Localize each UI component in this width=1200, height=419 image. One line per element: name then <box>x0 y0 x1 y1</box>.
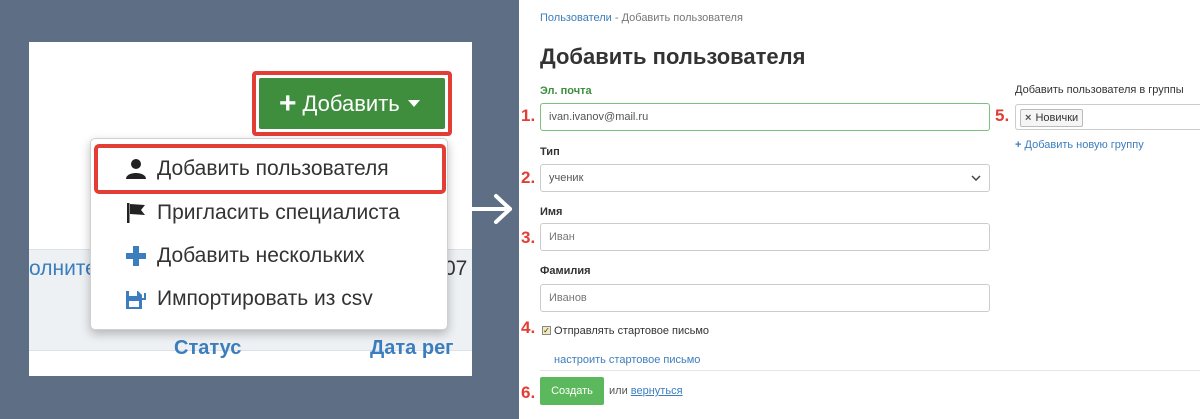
plus-icon: + <box>1015 139 1022 151</box>
send-email-checkbox[interactable]: ✓ <box>542 326 551 335</box>
breadcrumb-link-users[interactable]: Пользователи <box>540 12 612 24</box>
caret-down-icon <box>407 100 420 107</box>
email-value: ivan.ivanov@mail.ru <box>549 111 649 123</box>
menu-item-label: Импортировать из csv <box>157 287 373 310</box>
add-dropdown-button[interactable]: + Добавить <box>259 78 445 129</box>
last-name-input[interactable]: Иванов <box>540 284 990 312</box>
groups-label: Добавить пользователя в группы <box>1015 84 1184 96</box>
first-name-input[interactable]: Иван <box>540 223 990 251</box>
column-header-date[interactable]: Дата рег <box>370 337 454 360</box>
email-label: Эл. почта <box>540 85 592 97</box>
column-header-status[interactable]: Статус <box>174 337 241 360</box>
user-icon <box>123 158 149 180</box>
step-marker: 3. <box>521 228 536 247</box>
type-select[interactable]: ученик <box>540 164 990 192</box>
step-marker: 5. <box>995 106 1010 125</box>
right-panel: Пользователи - Добавить пользователя Доб… <box>519 0 1200 419</box>
menu-item-invite-specialist[interactable]: Пригласить специалиста <box>123 198 400 228</box>
add-group-link[interactable]: + Добавить новую группу <box>1015 139 1144 151</box>
back-link[interactable]: вернуться <box>631 385 683 397</box>
menu-item-label: Добавить нескольких <box>157 244 365 267</box>
breadcrumb: Пользователи - Добавить пользователя <box>540 12 743 24</box>
breadcrumb-current: Добавить пользователя <box>621 12 743 24</box>
send-email-label: Отправлять стартовое письмо <box>554 325 710 337</box>
last-name-placeholder: Иванов <box>549 292 587 304</box>
plus-icon <box>123 245 149 267</box>
or-text: или вернуться <box>609 385 683 397</box>
arrow-right-icon <box>470 194 512 224</box>
menu-item-label: Пригласить специалиста <box>157 201 400 224</box>
step-marker: 4. <box>521 318 536 337</box>
first-name-placeholder: Иван <box>549 231 575 243</box>
or-label: или <box>609 385 628 397</box>
step-marker: 6. <box>521 383 536 402</box>
breadcrumb-separator: - <box>611 12 622 24</box>
groups-input[interactable]: × Новички <box>1015 104 1200 130</box>
add-dropdown-menu: Добавить пользователя Пригласить специал… <box>90 138 448 330</box>
menu-item-add-multiple[interactable]: Добавить нескольких <box>123 241 365 271</box>
add-group-label: Добавить новую группу <box>1024 139 1144 151</box>
email-field[interactable]: ivan.ivanov@mail.ru <box>540 103 990 131</box>
menu-item-add-user[interactable]: Добавить пользователя <box>123 154 389 184</box>
configure-email-link[interactable]: настроить стартовое письмо <box>554 354 700 366</box>
flag-icon <box>123 202 149 224</box>
group-tag-label: Новички <box>1035 112 1079 124</box>
type-label: Тип <box>540 146 560 158</box>
chevron-down-icon <box>971 175 981 181</box>
last-name-label: Фамилия <box>540 265 591 277</box>
type-value: ученик <box>549 172 584 184</box>
step-marker: 1. <box>521 106 536 125</box>
left-panel: олните 07 Статус Дата рег + Добавить Доб… <box>29 42 472 376</box>
step-marker: 2. <box>521 168 536 187</box>
remove-tag-icon[interactable]: × <box>1025 112 1031 124</box>
page-title: Добавить пользователя <box>540 44 806 69</box>
import-csv-icon <box>123 288 149 310</box>
menu-item-import-csv[interactable]: Импортировать из csv <box>123 284 373 314</box>
create-button[interactable]: Создать <box>540 377 604 405</box>
menu-item-label: Добавить пользователя <box>157 157 389 180</box>
first-name-label: Имя <box>540 206 563 218</box>
add-button-label: Добавить <box>302 90 400 116</box>
plus-icon: + <box>279 86 297 120</box>
table-cell-fragment: олните <box>29 257 97 280</box>
divider <box>540 370 1200 371</box>
group-tag[interactable]: × Новички <box>1020 109 1084 127</box>
